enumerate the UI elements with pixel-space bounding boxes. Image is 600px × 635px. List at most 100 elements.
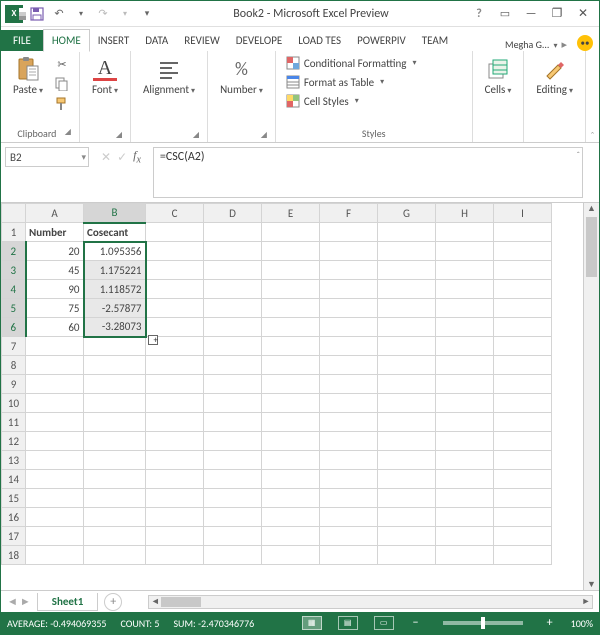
view-page-layout-icon[interactable]: ▤ — [338, 616, 358, 630]
cell[interactable] — [320, 432, 378, 451]
cell[interactable] — [146, 242, 204, 261]
cell[interactable]: -3.28073 — [84, 318, 146, 337]
cell[interactable] — [84, 337, 146, 356]
cell[interactable] — [436, 451, 494, 470]
tab-loadtest[interactable]: LOAD TES — [290, 30, 349, 51]
cell[interactable] — [494, 337, 552, 356]
zoom-in-icon[interactable]: + — [543, 616, 557, 630]
cell[interactable]: Number — [26, 223, 84, 242]
cell[interactable] — [84, 394, 146, 413]
cell[interactable] — [262, 489, 320, 508]
cell[interactable] — [204, 299, 262, 318]
row-header[interactable]: 14 — [2, 470, 26, 489]
cell[interactable] — [262, 223, 320, 242]
cell[interactable] — [436, 261, 494, 280]
cell[interactable] — [262, 261, 320, 280]
cell[interactable] — [436, 337, 494, 356]
row-header[interactable]: 4 — [2, 280, 26, 299]
col-header-C[interactable]: C — [146, 204, 204, 223]
cell[interactable] — [204, 413, 262, 432]
col-header-H[interactable]: H — [436, 204, 494, 223]
cell[interactable]: 45 — [26, 261, 84, 280]
cell[interactable] — [204, 337, 262, 356]
cell[interactable] — [204, 546, 262, 565]
cell[interactable] — [378, 527, 436, 546]
cell[interactable] — [26, 527, 84, 546]
cell[interactable] — [146, 223, 204, 242]
cell[interactable]: 90 — [26, 280, 84, 299]
cell[interactable] — [26, 470, 84, 489]
row-header[interactable]: 12 — [2, 432, 26, 451]
row-header[interactable]: 7 — [2, 337, 26, 356]
tab-insert[interactable]: INSERT — [90, 30, 138, 51]
cell[interactable] — [494, 451, 552, 470]
cell[interactable] — [436, 223, 494, 242]
row-header[interactable]: 16 — [2, 508, 26, 527]
view-normal-icon[interactable]: ▦ — [302, 616, 322, 630]
row-header[interactable]: 2 — [2, 242, 26, 261]
cell[interactable] — [84, 489, 146, 508]
paste-button[interactable]: Paste — [9, 55, 47, 98]
cell[interactable] — [204, 318, 262, 337]
cell[interactable] — [146, 394, 204, 413]
cell[interactable] — [436, 470, 494, 489]
cell[interactable] — [494, 527, 552, 546]
cell[interactable] — [146, 280, 204, 299]
scroll-left-icon[interactable]: ◄ — [149, 596, 161, 608]
cell[interactable] — [146, 451, 204, 470]
tab-review[interactable]: REVIEW — [176, 30, 228, 51]
minimize-button[interactable]: — — [519, 5, 543, 23]
new-sheet-icon[interactable]: + — [104, 593, 122, 611]
tab-home[interactable]: HOME — [43, 29, 90, 52]
editing-button[interactable]: Editing — [532, 55, 577, 98]
font-dialog-launcher-icon[interactable]: ◢ — [116, 130, 122, 140]
cell[interactable] — [262, 299, 320, 318]
redo-icon[interactable]: ↷ — [95, 6, 111, 22]
scroll-up-icon[interactable]: ▲ — [584, 203, 599, 214]
row-header[interactable]: 11 — [2, 413, 26, 432]
save-icon[interactable] — [29, 6, 45, 22]
row-header[interactable]: 18 — [2, 546, 26, 565]
cell[interactable] — [262, 242, 320, 261]
cell[interactable] — [84, 470, 146, 489]
cell[interactable] — [204, 375, 262, 394]
cell[interactable] — [204, 356, 262, 375]
tab-file[interactable]: FILE — [1, 30, 43, 51]
cell[interactable] — [378, 299, 436, 318]
cancel-formula-icon[interactable]: ✕ — [101, 150, 111, 165]
cell[interactable] — [436, 280, 494, 299]
cell[interactable] — [378, 451, 436, 470]
cell[interactable] — [204, 527, 262, 546]
cell[interactable] — [494, 375, 552, 394]
cell-active[interactable]: 1.095356 — [84, 242, 146, 261]
cell[interactable] — [204, 280, 262, 299]
tab-developer[interactable]: DEVELOPE — [228, 30, 290, 51]
row-header[interactable]: 15 — [2, 489, 26, 508]
scroll-down-icon[interactable]: ▼ — [584, 579, 599, 590]
row-header[interactable]: 8 — [2, 356, 26, 375]
sheet-nav-prev-icon[interactable]: ◄ — [7, 595, 18, 608]
cell[interactable] — [378, 394, 436, 413]
feedback-smiley-icon[interactable]: •• — [577, 35, 593, 51]
undo-icon[interactable]: ↶ — [51, 6, 67, 22]
cell[interactable] — [494, 508, 552, 527]
cell[interactable] — [262, 508, 320, 527]
cell[interactable] — [320, 375, 378, 394]
cell[interactable] — [26, 489, 84, 508]
cell[interactable] — [26, 413, 84, 432]
cell[interactable] — [262, 432, 320, 451]
cell[interactable] — [378, 375, 436, 394]
ribbon-options-icon[interactable]: ▭ — [493, 5, 517, 23]
alignment-button[interactable]: Alignment — [139, 55, 199, 98]
cell[interactable]: -2.57877 — [84, 299, 146, 318]
cell[interactable] — [494, 299, 552, 318]
cell[interactable] — [26, 356, 84, 375]
cell[interactable] — [84, 432, 146, 451]
clipboard-dialog-launcher-icon[interactable]: ◢ — [65, 127, 71, 137]
cell[interactable] — [494, 470, 552, 489]
cell[interactable] — [84, 508, 146, 527]
row-header[interactable]: 17 — [2, 527, 26, 546]
cell[interactable] — [146, 527, 204, 546]
cell[interactable] — [146, 356, 204, 375]
qat-customize-icon[interactable]: ▾ — [139, 6, 155, 22]
